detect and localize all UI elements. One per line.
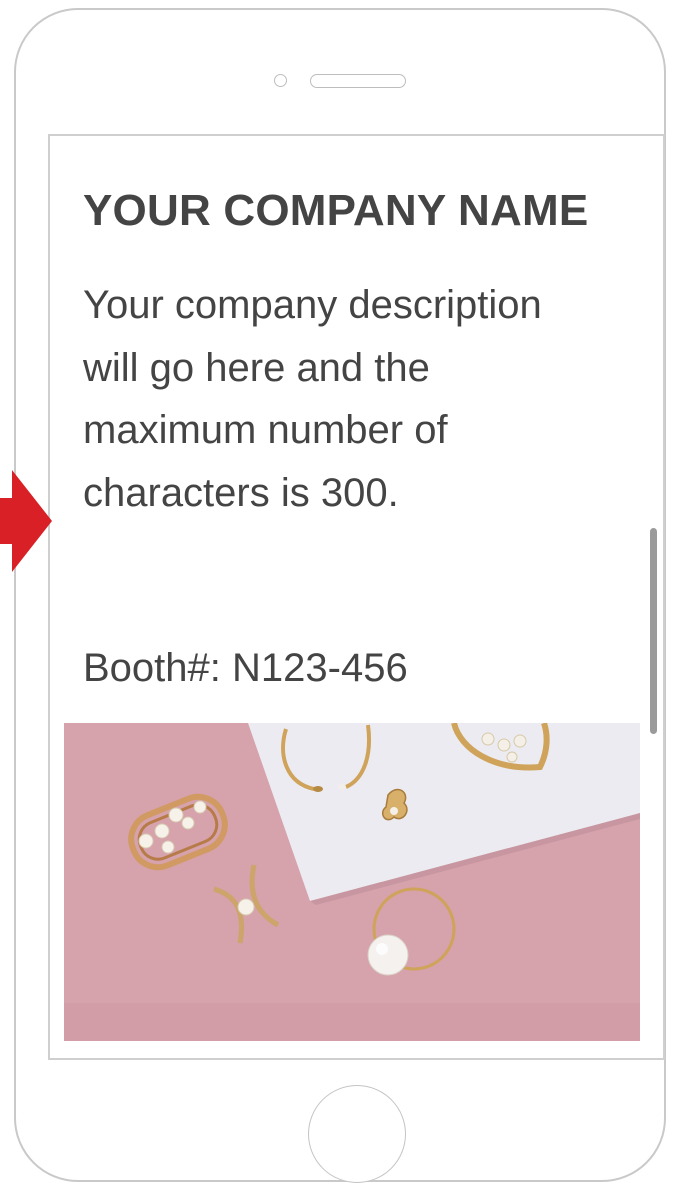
company-description: Your company description will go here an…: [83, 283, 542, 515]
scrollbar[interactable]: [650, 528, 657, 734]
pearl-ring: [367, 887, 456, 976]
phone-frame: YOUR COMPANY NAME Your company descripti…: [14, 8, 666, 1183]
speaker-slot: [310, 74, 406, 88]
home-button[interactable]: [308, 1085, 406, 1183]
jewelry-illustration: [64, 723, 640, 1041]
phone-screen[interactable]: YOUR COMPANY NAME Your company descripti…: [48, 134, 665, 1060]
right-arrow-icon: [0, 470, 52, 572]
white-paper: [248, 723, 640, 901]
front-camera: [274, 74, 287, 87]
booth-number: Booth#: N123-456: [83, 646, 408, 690]
company-name: YOUR COMPANY NAME: [83, 186, 589, 235]
product-photo: [64, 723, 640, 1041]
crossover-ring: [213, 864, 280, 944]
rose-gold-cuff: [128, 793, 228, 871]
